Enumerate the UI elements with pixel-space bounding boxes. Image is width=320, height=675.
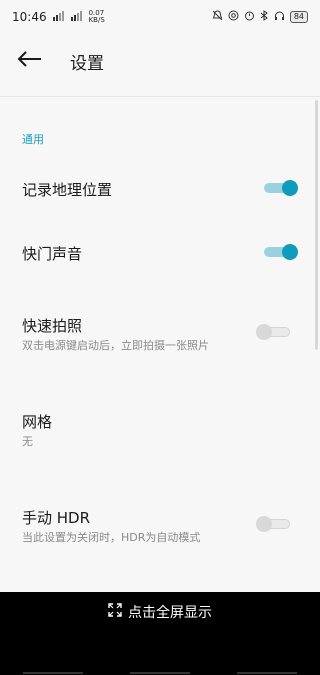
back-button[interactable] bbox=[0, 36, 60, 86]
at-icon bbox=[228, 10, 239, 24]
setting-title: 快速拍照 bbox=[22, 317, 83, 335]
alarm-bell-icon bbox=[212, 10, 223, 24]
manual-hdr-toggle[interactable] bbox=[256, 516, 294, 532]
status-time: 10:46 bbox=[12, 10, 47, 24]
setting-title: 快门声音 bbox=[22, 245, 83, 263]
toggle-knob bbox=[256, 324, 272, 340]
headset-icon bbox=[274, 10, 285, 24]
setting-row-manual-hdr[interactable]: 手动 HDR 当此设置为关闭时，HDR为自动模式 bbox=[0, 500, 320, 550]
setting-subtitle: 双击电源键启动后，立即拍摄一张照片 bbox=[22, 339, 209, 352]
header-divider bbox=[0, 96, 320, 97]
signal-icon bbox=[70, 10, 83, 24]
section-label: 通用 bbox=[22, 133, 44, 146]
nav-strip bbox=[23, 672, 84, 674]
scrollbar[interactable] bbox=[315, 100, 318, 350]
location-toggle[interactable] bbox=[264, 180, 298, 196]
setting-subtitle: 当此设置为关闭时，HDR为自动模式 bbox=[22, 531, 201, 544]
fullscreen-button[interactable]: 点击全屏显示 bbox=[108, 602, 212, 622]
app-header: 设置 bbox=[0, 36, 320, 86]
setting-row-location[interactable]: 记录地理位置 bbox=[0, 168, 320, 210]
status-right: 84 bbox=[212, 10, 308, 24]
toggle-knob bbox=[282, 244, 298, 260]
setting-title: 记录地理位置 bbox=[22, 181, 113, 199]
battery-indicator: 84 bbox=[289, 11, 308, 23]
alarm-clock-icon bbox=[244, 10, 255, 24]
setting-title: 手动 HDR bbox=[22, 509, 91, 527]
setting-row-quick-capture[interactable]: 快速拍照 双击电源键启动后，立即拍摄一张照片 bbox=[0, 308, 320, 358]
quick-capture-toggle[interactable] bbox=[256, 324, 294, 340]
shutter-sound-toggle[interactable] bbox=[264, 244, 298, 260]
nav-strip bbox=[129, 672, 190, 674]
signal-icon bbox=[52, 10, 65, 24]
toggle-knob bbox=[282, 180, 298, 196]
bluetooth-icon bbox=[260, 10, 269, 24]
fullscreen-label: 点击全屏显示 bbox=[128, 605, 212, 621]
toggle-knob bbox=[256, 516, 272, 532]
network-speed: 0.07 KB/S bbox=[89, 10, 105, 24]
nav-strip bbox=[236, 672, 297, 674]
status-left: 10:46 0.07 KB/S bbox=[12, 10, 105, 25]
setting-row-grid[interactable]: 网格 无 bbox=[0, 404, 320, 454]
bottom-bar: 点击全屏显示 bbox=[0, 592, 320, 675]
back-arrow-icon bbox=[17, 51, 43, 71]
network-speed-unit: KB/S bbox=[88, 16, 105, 24]
status-bar: 10:46 0.07 KB/S 84 bbox=[0, 0, 320, 34]
setting-title: 网格 bbox=[22, 413, 53, 431]
page-title: 设置 bbox=[70, 53, 104, 74]
setting-row-shutter-sound[interactable]: 快门声音 bbox=[0, 232, 320, 274]
setting-subtitle: 无 bbox=[22, 435, 33, 448]
expand-icon bbox=[108, 603, 122, 621]
